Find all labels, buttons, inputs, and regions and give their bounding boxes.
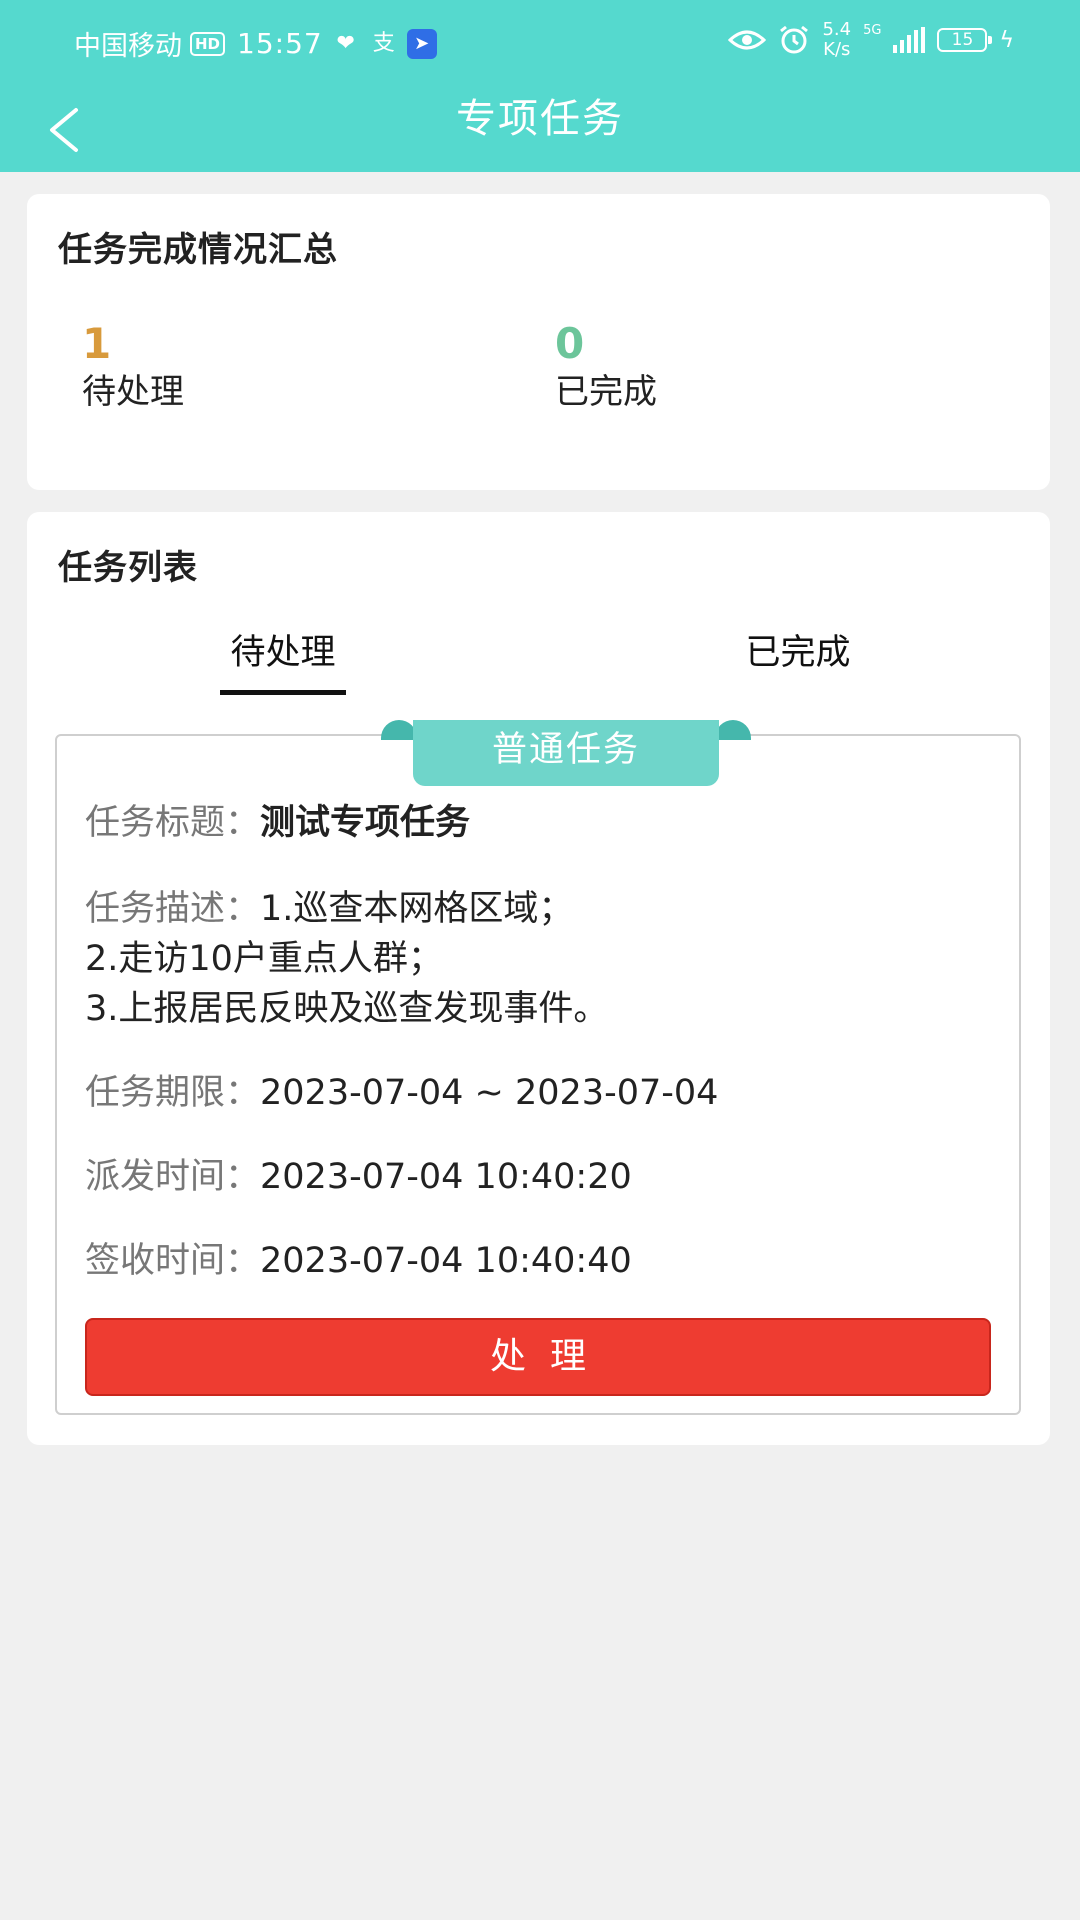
network-speed: 5.4 K/s <box>822 20 851 60</box>
dispatch-time-value: 2023-07-04 10:40:20 <box>260 1157 632 1197</box>
task-item: 普通任务 任务标题：测试专项任务 任务描述：1.巡查本网格区域； 2.走访10户… <box>55 720 1021 1415</box>
dispatch-time-label: 派发时间： <box>85 1157 261 1197</box>
dispatch-time-field: 派发时间：2023-07-04 10:40:20 <box>85 1152 995 1202</box>
task-desc-line-2: 2.走访10户重点人群； <box>85 939 443 979</box>
alarm-icon <box>780 25 809 54</box>
pending-stat[interactable]: 1 待处理 <box>82 320 184 414</box>
speed-unit: K/s <box>823 39 851 60</box>
ribbon-tail-right <box>715 720 751 740</box>
process-button[interactable]: 处理 <box>85 1318 991 1396</box>
charging-icon: ϟ <box>999 27 1014 53</box>
done-stat[interactable]: 0 已完成 <box>555 320 657 414</box>
sign-time-label: 签收时间： <box>85 1241 261 1281</box>
battery-level: 15 <box>951 30 974 50</box>
ribbon-tail-left <box>381 720 417 740</box>
battery-icon: 15 <box>937 28 993 52</box>
sign-time-value: 2023-07-04 10:40:40 <box>260 1241 632 1281</box>
done-count: 0 <box>555 319 585 368</box>
eye-icon <box>728 30 767 50</box>
pending-count: 1 <box>82 319 112 368</box>
task-type-badge: 普通任务 <box>413 720 719 786</box>
tab-pending[interactable]: 待处理 <box>220 628 346 698</box>
task-period-label: 任务期限： <box>85 1073 261 1113</box>
task-period-field: 任务期限：2023-07-04 ~ 2023-07-04 <box>85 1068 995 1118</box>
status-bar-right: 5.4 K/s 5G 15 ϟ <box>728 20 1014 60</box>
carrier-name: 中国移动 <box>74 31 182 62</box>
heart-icon: ❤ <box>336 30 355 56</box>
navigation-bar: 专项任务 <box>0 84 1080 172</box>
task-period-value: 2023-07-04 ~ 2023-07-04 <box>260 1073 719 1113</box>
task-list-card: 任务列表 待处理 已完成 普通任务 任务标题：测试专项任务 任务描述：1.巡查本… <box>27 512 1050 1445</box>
alipay-icon: 支 <box>372 30 395 56</box>
hd-badge: HD <box>190 31 226 56</box>
status-bar: 中国移动 HD 15:57 ❤ 支 ➤ 5.4 K/s 5G 15 ϟ <box>0 0 1080 84</box>
task-desc-line-1: 1.巡查本网格区域； <box>260 889 574 929</box>
sign-time-field: 签收时间：2023-07-04 10:40:40 <box>85 1236 995 1286</box>
pending-label: 待处理 <box>82 372 184 412</box>
task-title-label: 任务标题： <box>85 803 261 843</box>
task-list-title: 任务列表 <box>58 548 198 588</box>
task-desc-line-3: 3.上报居民反映及巡查发现事件。 <box>85 989 609 1029</box>
page-title: 专项任务 <box>456 96 624 142</box>
done-label: 已完成 <box>555 372 657 412</box>
app-icon: ➤ <box>406 28 437 59</box>
network-type: 5G <box>863 23 882 38</box>
tab-done[interactable]: 已完成 <box>733 628 863 698</box>
task-desc-field: 任务描述：1.巡查本网格区域； 2.走访10户重点人群； 3.上报居民反映及巡查… <box>85 884 995 1034</box>
task-type-ribbon: 普通任务 <box>381 720 751 786</box>
clock-time: 15:57 <box>237 27 323 60</box>
task-title-field: 任务标题：测试专项任务 <box>85 798 995 848</box>
summary-card: 任务完成情况汇总 1 待处理 0 已完成 <box>27 194 1050 490</box>
task-desc-label: 任务描述： <box>85 889 261 929</box>
signal-icon <box>893 27 926 53</box>
summary-title: 任务完成情况汇总 <box>58 230 338 270</box>
task-title-value: 测试专项任务 <box>260 803 471 843</box>
status-bar-left: 中国移动 HD 15:57 ❤ 支 ➤ <box>74 24 437 63</box>
active-tab-indicator <box>220 690 346 695</box>
speed-value: 5.4 <box>822 19 852 40</box>
app-header: 中国移动 HD 15:57 ❤ 支 ➤ 5.4 K/s 5G 15 ϟ 专项任务 <box>0 0 1080 172</box>
